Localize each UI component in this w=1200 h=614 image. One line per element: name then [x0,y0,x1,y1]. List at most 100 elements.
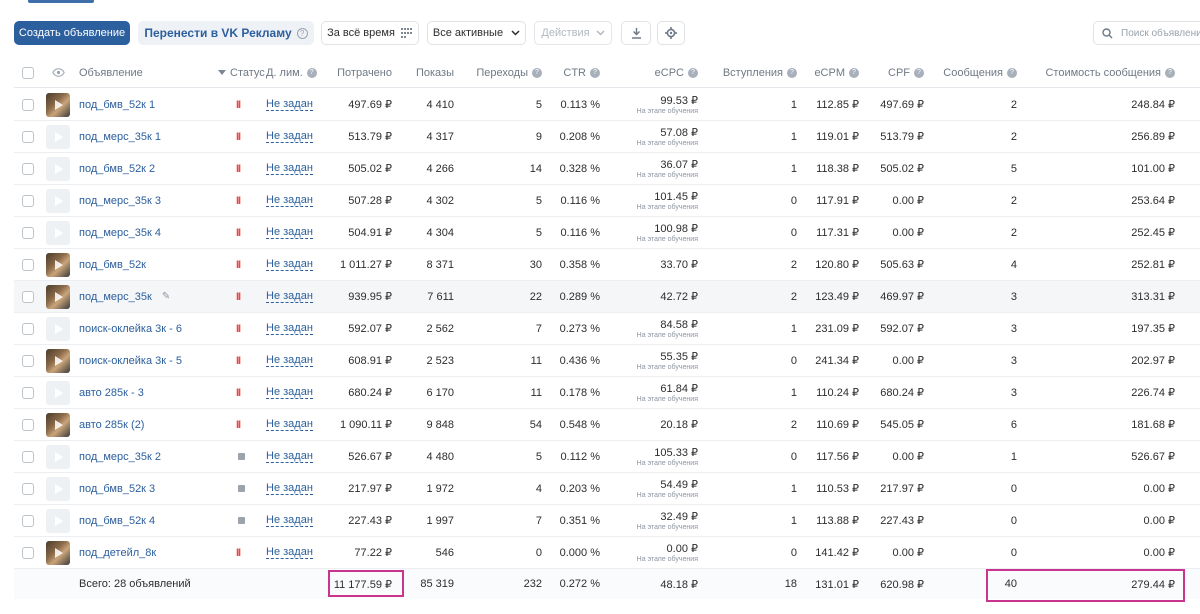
daily-limit-link[interactable]: Не задан [266,322,313,335]
row-checkbox[interactable] [22,258,34,271]
period-dropdown[interactable]: За всё время [321,21,419,45]
daily-limit-link[interactable]: Не задан [266,482,313,495]
ad-name-link[interactable]: под_бмв_52к [79,259,146,271]
help-icon[interactable]: ? [914,67,924,78]
row-checkbox[interactable] [22,482,34,495]
ad-thumbnail[interactable] [46,252,70,277]
daily-limit-link[interactable]: Не задан [266,386,313,399]
table-row[interactable]: поиск-оклейка 3к - 6 II Не задан 592.07 ₽ 2 … [14,313,1200,345]
table-row[interactable]: под_мерс_35к 4 II Не задан 504.91 ₽ 4 304 5 0.… [14,217,1200,249]
help-icon[interactable]: ? [590,67,600,78]
actions-dropdown[interactable]: Действия [534,21,612,45]
ad-thumbnail[interactable] [46,316,70,341]
pause-icon[interactable]: II [236,323,241,335]
ad-name-link[interactable]: авто 285к (2) [79,419,144,431]
table-row[interactable]: поиск-оклейка 3к - 5 II Не задан 608.91 ₽ 2 … [14,345,1200,377]
pause-icon[interactable]: II [236,419,241,431]
row-checkbox[interactable] [22,162,34,175]
ad-name-link[interactable]: поиск-оклейка 3к - 5 [79,355,182,367]
ad-name-link[interactable]: под_мерс_35к [79,291,152,303]
help-icon[interactable]: ? [688,67,698,78]
col-message-cost[interactable]: Стоимость сообщения? [1044,58,1175,87]
ad-name-link[interactable]: под_бмв_52к 2 [79,163,155,175]
ad-thumbnail[interactable] [46,124,70,149]
ad-thumbnail[interactable] [46,220,70,245]
col-joins[interactable]: Вступления? [704,58,797,87]
row-checkbox[interactable] [22,322,34,335]
row-checkbox[interactable] [22,98,34,111]
ad-name-link[interactable]: под_бмв_52к 1 [79,99,155,111]
pause-icon[interactable]: II [236,387,241,399]
pause-icon[interactable]: II [236,131,241,143]
ad-name-link[interactable]: под_бмв_52к 3 [79,483,155,495]
ad-name-link[interactable]: под_мерс_35к 4 [79,227,161,239]
col-cpf[interactable]: CPF? [872,58,924,87]
col-spent[interactable]: Потрачено [310,58,392,87]
ad-thumbnail[interactable] [46,156,70,181]
status-filter-dropdown[interactable]: Все активные [427,21,526,45]
row-checkbox[interactable] [22,194,34,207]
col-ecpc[interactable]: eCPC? [624,58,698,87]
ad-name-link[interactable]: поиск-оклейка 3к - 6 [79,323,182,335]
row-checkbox[interactable] [22,418,34,431]
row-checkbox[interactable] [22,514,34,527]
help-icon[interactable]: ? [787,67,797,78]
table-row[interactable]: под_мерс_35к 3 II Не задан 507.28 ₽ 4 302 5 0.… [14,185,1200,217]
settings-button[interactable] [657,21,685,45]
row-checkbox[interactable] [22,354,34,367]
help-icon[interactable]: ? [849,67,859,78]
ad-thumbnail[interactable] [46,444,70,469]
daily-limit-link[interactable]: Не задан [266,258,313,271]
ad-name-link[interactable]: под_детейл_8к [79,547,156,559]
transfer-to-vk-ads-button[interactable]: Перенести в VK Рекламу ? [138,21,314,45]
col-status[interactable]: Статус [218,58,265,87]
row-checkbox[interactable] [22,290,34,303]
download-button[interactable] [621,21,651,45]
row-checkbox[interactable] [22,386,34,399]
ad-thumbnail[interactable] [46,92,70,117]
select-all-checkbox[interactable] [22,66,34,79]
daily-limit-link[interactable]: Не задан [266,194,313,207]
daily-limit-link[interactable]: Не задан [266,418,313,431]
create-ad-button[interactable]: Создать объявление [14,21,130,45]
pause-icon[interactable]: II [236,195,241,207]
row-checkbox[interactable] [22,226,34,239]
pause-icon[interactable]: II [236,259,241,271]
ad-thumbnail[interactable] [46,540,70,565]
daily-limit-link[interactable]: Не задан [266,98,313,111]
table-row[interactable]: под_мерс_35к 2 Не задан 526.67 ₽ 4 480 5 0.11… [14,441,1200,473]
row-checkbox[interactable] [22,546,34,559]
ad-thumbnail[interactable] [46,380,70,405]
daily-limit-link[interactable]: Не задан [266,130,313,143]
pause-icon[interactable]: II [236,163,241,175]
row-checkbox[interactable] [22,130,34,143]
ad-thumbnail[interactable] [46,188,70,213]
table-row[interactable]: авто 285к - 3 II Не задан 680.24 ₽6 170 11 0.… [14,377,1200,409]
table-row[interactable]: под_мерс_35к ✎ II Не задан 939.95 ₽ 7 611 22 0.… [14,281,1200,313]
row-checkbox[interactable] [22,450,34,463]
pause-icon[interactable]: II [236,291,241,303]
col-impressions[interactable]: Показы [394,58,454,87]
ad-thumbnail[interactable] [46,348,70,373]
ad-name-link[interactable]: под_мерс_35к 1 [79,131,161,143]
daily-limit-link[interactable]: Не задан [266,354,313,367]
col-ad[interactable]: Объявление [79,58,143,87]
ad-thumbnail[interactable] [46,412,70,437]
table-row[interactable]: под_детейл_8к II Не задан 77.22 ₽ 546 0 0.000 … [14,537,1200,569]
search-input[interactable]: Поиск объявлений [1093,21,1200,45]
pause-icon[interactable]: II [236,355,241,367]
stop-icon[interactable] [238,453,245,460]
help-icon[interactable]: ? [296,27,308,39]
ad-thumbnail[interactable] [46,476,70,501]
daily-limit-link[interactable]: Не задан [266,226,313,239]
pause-icon[interactable]: II [236,227,241,239]
ad-name-link[interactable]: под_бмв_52к 4 [79,515,155,527]
col-messages[interactable]: Сообщения? [934,58,1017,87]
table-row[interactable]: под_мерс_35к 1 II Не задан 513.79 ₽ 4 317 9 0.… [14,121,1200,153]
table-row[interactable]: под_бмв_52к 3 Не задан 217.97 ₽ 1 972 4 0.203… [14,473,1200,505]
stop-icon[interactable] [238,517,245,524]
eye-icon[interactable] [52,68,65,77]
table-row[interactable]: под_бмв_52к 2 II Не задан 505.02 ₽ 4 266 14 0.… [14,153,1200,185]
table-row[interactable]: авто 285к (2) II Не задан 1 090.11 ₽ 9 848 54… [14,409,1200,441]
help-icon[interactable]: ? [1165,67,1175,78]
